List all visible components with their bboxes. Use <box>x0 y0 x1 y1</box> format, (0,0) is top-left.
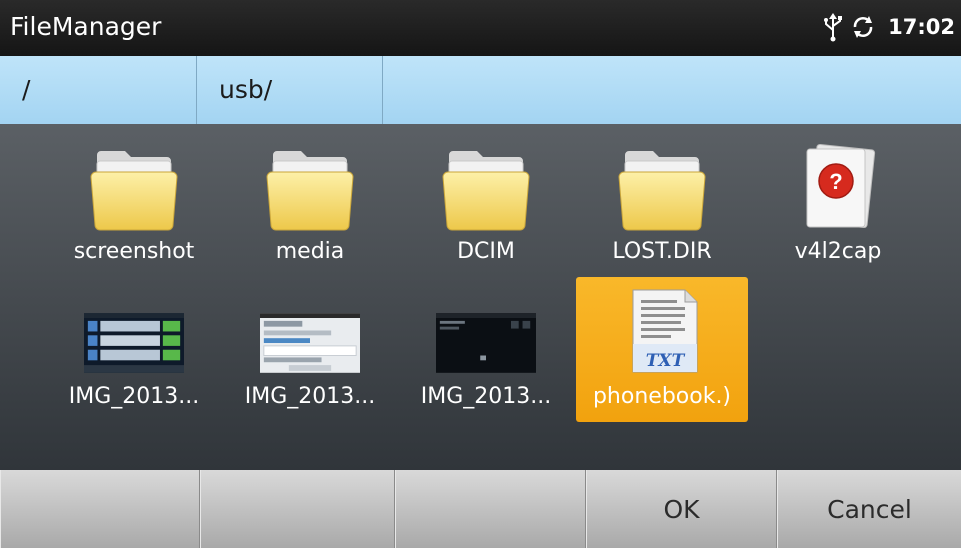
file-name: IMG_2013... <box>68 384 200 409</box>
image-thumbnail <box>436 283 536 378</box>
usb-icon <box>818 10 848 44</box>
txt-label: TXT <box>646 351 686 371</box>
file-name: IMG_2013... <box>420 384 552 409</box>
empty-button-3[interactable] <box>395 470 586 548</box>
file-item-screenshot[interactable]: screenshot <box>46 132 222 277</box>
file-name: DCIM <box>457 239 515 264</box>
file-item-media[interactable]: media <box>222 132 398 277</box>
status-area: 17:02 <box>818 10 955 44</box>
empty-button-2[interactable] <box>200 470 395 548</box>
file-name: screenshot <box>73 239 195 264</box>
breadcrumb: / usb/ <box>0 56 961 124</box>
image-thumbnail <box>84 283 184 378</box>
image-thumbnail <box>260 283 360 378</box>
sync-icon <box>848 10 878 44</box>
title-bar: FileManager 17:02 <box>0 0 961 56</box>
empty-button-1[interactable] <box>0 470 200 548</box>
file-name: phonebook.) <box>592 384 732 409</box>
file-item-dcim[interactable]: DCIM <box>398 132 574 277</box>
status-clock: 17:02 <box>888 15 955 39</box>
file-grid: screenshot media DCIM LOST.DIR ? v4l2cap… <box>46 132 926 422</box>
file-item-lost-dir[interactable]: LOST.DIR <box>574 132 750 277</box>
file-grid-area: screenshot media DCIM LOST.DIR ? v4l2cap… <box>0 124 961 470</box>
breadcrumb-root[interactable]: / <box>0 56 197 124</box>
app-title: FileManager <box>10 12 162 41</box>
file-item-image-1[interactable]: IMG_2013... <box>46 277 222 422</box>
cancel-button[interactable]: Cancel <box>777 470 961 548</box>
file-manager-screen: FileManager 17:02 / usb/ screenshot medi… <box>0 0 961 548</box>
ok-button[interactable]: OK <box>586 470 777 548</box>
breadcrumb-usb[interactable]: usb/ <box>197 56 383 124</box>
file-name: media <box>275 239 345 264</box>
file-name: IMG_2013... <box>244 384 376 409</box>
svg-text:?: ? <box>829 169 842 194</box>
file-name: v4l2cap <box>794 239 882 264</box>
unknown-file-icon: ? <box>788 138 888 233</box>
file-name: LOST.DIR <box>612 239 712 264</box>
button-bar: OK Cancel <box>0 470 961 548</box>
file-item-v4l2cap[interactable]: ? v4l2cap <box>750 132 926 277</box>
file-item-image-3[interactable]: IMG_2013... <box>398 277 574 422</box>
file-item-image-2[interactable]: IMG_2013... <box>222 277 398 422</box>
folder-icon <box>84 138 184 233</box>
folder-icon <box>260 138 360 233</box>
text-file-icon: TXT <box>612 283 712 378</box>
file-item-phonebook[interactable]: TXT phonebook.) <box>576 277 748 422</box>
folder-icon <box>436 138 536 233</box>
folder-icon <box>612 138 712 233</box>
